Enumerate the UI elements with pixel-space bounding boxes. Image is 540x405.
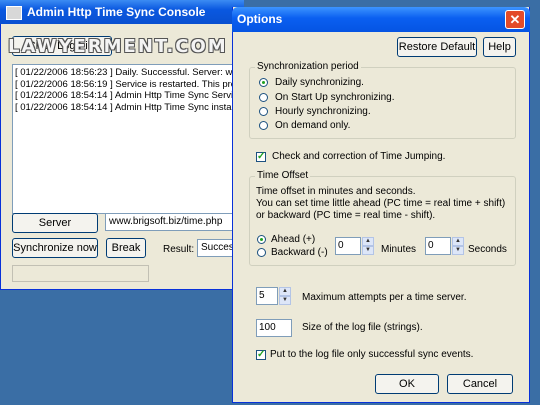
time-jumping-checkbox[interactable]: ✓ — [256, 152, 266, 162]
log-line: [ 01/22/2006 18:56:19 ] Service is resta… — [15, 78, 235, 90]
console-title-bar[interactable]: Admin Http Time Sync Console — [0, 0, 244, 24]
progress-bar — [12, 265, 149, 282]
app-icon — [6, 5, 22, 20]
console-title: Admin Http Time Sync Console — [27, 5, 206, 19]
log-size-input[interactable]: 100 — [256, 319, 292, 337]
result-label: Result: — [163, 244, 195, 255]
log-success-only-label[interactable]: Put to the log file only successful sync… — [270, 349, 473, 360]
startup-label[interactable]: On Start Up synchronizing. — [275, 92, 395, 103]
ok-button[interactable]: OK — [375, 374, 439, 394]
synchronize-now-button[interactable]: Synchronize now — [12, 238, 98, 258]
ahead-label[interactable]: Ahead (+) — [271, 234, 315, 245]
close-icon[interactable]: ✕ — [505, 10, 525, 29]
log-line: [ 01/22/2006 18:56:23 ] Daily. Successfu… — [15, 67, 235, 78]
log-success-only-checkbox[interactable]: ✓ — [256, 350, 266, 360]
max-attempts-input[interactable]: 5 — [256, 287, 278, 305]
daily-label[interactable]: Daily synchronizing. — [275, 77, 364, 88]
cancel-button[interactable]: Cancel — [447, 374, 513, 394]
minutes-input[interactable]: 0 — [335, 237, 361, 255]
seconds-up-icon[interactable]: ▲ — [452, 237, 464, 246]
backward-label[interactable]: Backward (-) — [271, 247, 328, 258]
offset-desc-1: Time offset in minutes and seconds. — [256, 186, 416, 197]
log-size-label: Size of the log file (strings). — [302, 322, 423, 333]
backward-radio[interactable] — [257, 248, 266, 257]
offset-desc-3: or backward (PC time = real time - shift… — [256, 210, 436, 221]
ahead-radio[interactable] — [257, 235, 266, 244]
hourly-label[interactable]: Hourly synchronizing. — [275, 106, 371, 117]
log-line: [ 01/22/2006 18:54:14 ] Admin Http Time … — [15, 90, 235, 101]
daily-radio[interactable] — [259, 78, 268, 87]
startup-radio[interactable] — [259, 93, 268, 102]
result-field: Success — [197, 239, 237, 257]
options-title: Options — [237, 12, 283, 26]
minutes-up-icon[interactable]: ▲ — [362, 237, 374, 246]
max-attempts-up-icon[interactable]: ▲ — [279, 287, 291, 296]
offset-desc-2: You can set time little ahead (PC time =… — [256, 198, 506, 209]
on-demand-label[interactable]: On demand only. — [275, 120, 350, 131]
log-line: [ 01/22/2006 18:54:14 ] Admin Http Time … — [15, 101, 235, 113]
on-demand-radio[interactable] — [259, 121, 268, 130]
time-offset-legend: Time Offset — [255, 170, 311, 181]
max-attempts-label: Maximum attempts per a time server. — [302, 292, 467, 303]
server-field[interactable]: www.brigsoft.biz/time.php — [105, 213, 235, 231]
watermark-text: LAWYERMENT.COM — [8, 36, 228, 57]
help-button[interactable]: Help — [483, 37, 516, 57]
sync-period-legend: Synchronization period — [255, 61, 361, 72]
break-button[interactable]: Break — [106, 238, 146, 258]
log-list[interactable]: [ 01/22/2006 18:56:23 ] Daily. Successfu… — [12, 64, 238, 214]
time-jumping-label[interactable]: Check and correction of Time Jumping. — [272, 151, 445, 162]
restore-default-button[interactable]: Restore Default — [397, 37, 477, 57]
options-title-bar[interactable]: Options — [232, 7, 530, 32]
seconds-input[interactable]: 0 — [425, 237, 451, 255]
minutes-label: Minutes — [381, 244, 417, 255]
minutes-down-icon[interactable]: ▼ — [362, 246, 374, 255]
seconds-label: Seconds — [468, 244, 507, 255]
seconds-down-icon[interactable]: ▼ — [452, 246, 464, 255]
server-button[interactable]: Server — [12, 213, 98, 233]
max-attempts-down-icon[interactable]: ▼ — [279, 296, 291, 305]
hourly-radio[interactable] — [259, 107, 268, 116]
